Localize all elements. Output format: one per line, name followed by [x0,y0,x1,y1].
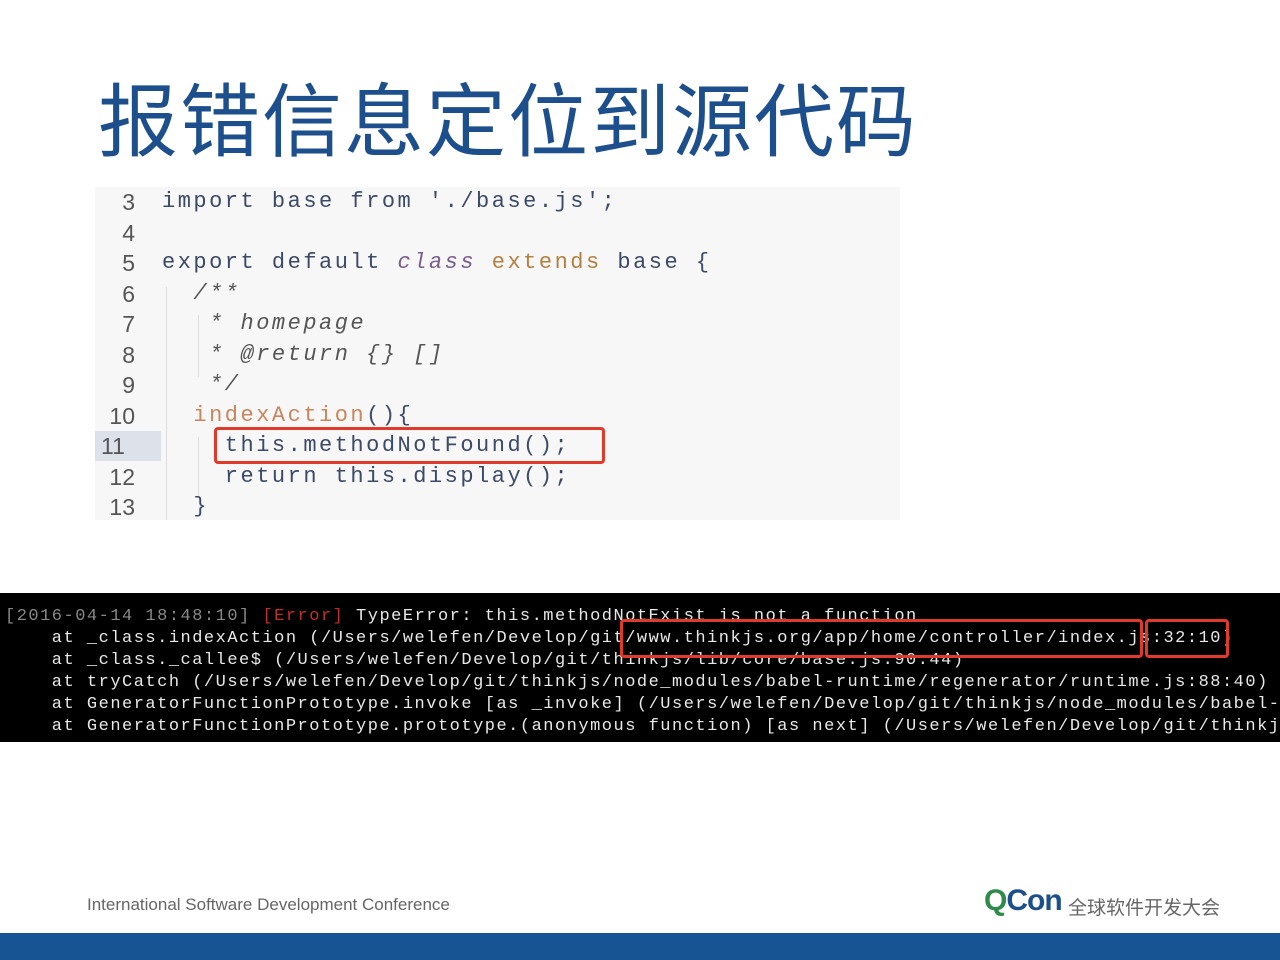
code-line: 12 return this.display(); [95,462,900,492]
slide-title: 报错信息定位到源代码 [98,76,918,169]
code-text: import base from './base.js'; [162,187,617,217]
code-text: * @return {} [] [162,340,445,370]
terminal-output: [2016-04-14 18:48:10] [Error] TypeError:… [0,593,1280,742]
terminal-text: at GeneratorFunctionPrototype.invoke [as… [5,695,1280,714]
code-text: } [162,492,209,522]
code-token: return this.display(); [162,463,571,489]
line-number: 5 [122,250,135,276]
code-line: 7 * homepage [95,309,900,339]
code-token: indexAction [162,402,367,428]
footer-conference-name: International Software Development Confe… [87,895,450,914]
code-line: 3 import base from './base.js'; [95,187,900,217]
code-token: * @return {} [] [162,341,445,367]
code-text: * homepage [162,309,366,339]
code-token: */ [162,372,241,397]
code-token: import base from './base.js'; [162,189,618,214]
line-number: 7 [122,311,135,337]
timestamp: [2016-04-14 18:48:10] [5,607,263,626]
code-line: 9 */ [95,370,900,400]
qcon-logo-subtitle: 全球软件开发大会 [1068,898,1221,919]
stack-trace-line: at tryCatch (/Users/welefen/Develop/git/… [5,672,1269,694]
bottom-bar [0,933,1280,960]
code-token: base { [601,250,712,275]
code-line: 13 } [95,492,900,522]
code-line: 4 [95,218,900,248]
highlight-box-code-line [214,427,605,464]
line-number: 13 [109,494,135,520]
stack-trace-line: at GeneratorFunctionPrototype.prototype.… [5,716,1280,738]
code-line: 8 * @return {} [] [95,340,900,370]
code-line: 5 export default class extends base { [95,248,900,278]
code-text: export default class extends base { [162,248,712,278]
code-token: * homepage [162,311,367,336]
line-number: 11 [95,431,161,461]
code-text: /** [162,279,241,309]
highlight-box-line-column [1145,619,1229,658]
highlight-box-file-path [620,619,1143,658]
line-number: 12 [109,463,135,490]
stack-trace-line: at GeneratorFunctionPrototype.invoke [as… [5,694,1280,716]
line-number: 8 [122,341,135,368]
line-number: 6 [122,280,135,307]
code-token: (){ [366,402,414,428]
qcon-logo: QCon [984,884,1063,917]
line-number: 3 [122,189,135,215]
code-text: */ [162,370,241,400]
line-number: 4 [122,219,135,246]
error-tag: [Error] [262,607,345,626]
code-text: indexAction(){ [162,401,413,431]
line-number: 10 [109,402,135,429]
terminal-text: at tryCatch (/Users/welefen/Develop/git/… [5,673,1269,692]
code-token: } [162,494,210,519]
code-token: /** [162,280,241,306]
terminal-text: at GeneratorFunctionPrototype.prototype.… [5,717,1280,736]
code-line: 6 /** [95,279,900,309]
line-number: 9 [122,372,135,398]
code-editor-screenshot: 3 import base from './base.js'; 4 5 export d… [95,187,900,520]
code-text: return this.display(); [162,462,570,492]
code-token: export default [162,250,398,275]
code-token: extends [476,250,602,275]
code-line: 10 indexAction(){ [95,401,900,431]
code-token: class [397,250,477,275]
